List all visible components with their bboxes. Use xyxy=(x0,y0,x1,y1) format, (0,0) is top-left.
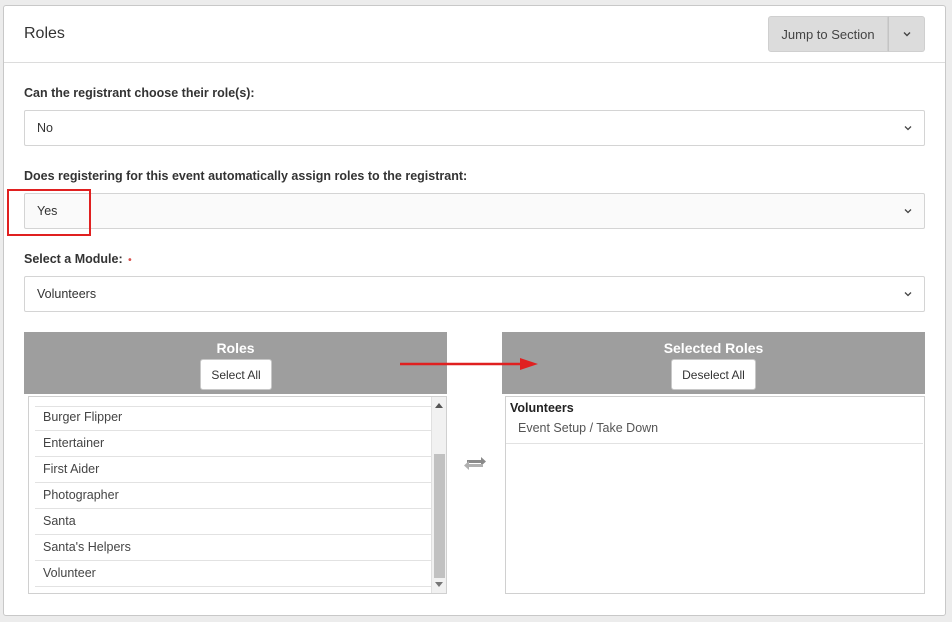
roles-list-title: Roles xyxy=(216,340,255,356)
chevron-down-icon xyxy=(904,292,912,297)
jump-to-section-button[interactable]: Jump to Section xyxy=(768,16,888,52)
roles-list[interactable]: Burger Flipper Entertainer First Aider P… xyxy=(28,396,447,594)
annotation-highlight-box xyxy=(7,189,91,236)
selected-roles-title: Selected Roles xyxy=(663,340,764,356)
module-select[interactable]: Volunteers xyxy=(24,276,925,312)
select-all-button[interactable]: Select All xyxy=(200,359,272,390)
list-item[interactable]: First Aider xyxy=(35,457,431,483)
selected-group-label: Volunteers xyxy=(510,401,574,415)
roles-list-scrollbar[interactable] xyxy=(431,397,446,593)
deselect-all-button[interactable]: Deselect All xyxy=(671,359,756,390)
chevron-down-icon xyxy=(904,209,912,214)
list-item[interactable]: Burger Flipper xyxy=(35,405,431,431)
list-item[interactable]: Volunteer xyxy=(35,561,431,587)
list-item[interactable]: Santa xyxy=(35,509,431,535)
choose-role-label: Can the registrant choose their role(s): xyxy=(24,86,255,100)
chevron-down-icon xyxy=(903,32,910,37)
module-label-text: Select a Module: xyxy=(24,252,123,266)
swap-arrows-icon[interactable] xyxy=(463,453,487,473)
choose-role-select[interactable]: No xyxy=(24,110,925,146)
scrollbar-thumb[interactable] xyxy=(434,454,445,578)
auto-assign-select[interactable]: Yes xyxy=(24,193,925,229)
selected-roles-list[interactable]: Volunteers Event Setup / Take Down xyxy=(505,396,925,594)
required-indicator: • xyxy=(128,255,132,266)
annotation-arrow xyxy=(400,358,538,370)
choose-role-value: No xyxy=(37,121,53,135)
panel-title: Roles xyxy=(24,25,65,42)
chevron-down-icon xyxy=(904,126,912,131)
list-item[interactable]: Event Setup / Take Down xyxy=(506,417,923,444)
scroll-down-icon[interactable] xyxy=(435,582,443,587)
auto-assign-label: Does registering for this event automati… xyxy=(24,169,468,183)
list-item[interactable]: Santa's Helpers xyxy=(35,535,431,561)
list-item[interactable]: Photographer xyxy=(35,483,431,509)
module-value: Volunteers xyxy=(37,287,97,301)
list-item[interactable]: Entertainer xyxy=(35,431,431,457)
panel-header: Roles Jump to Section xyxy=(4,6,945,63)
scroll-up-icon[interactable] xyxy=(435,403,443,408)
module-label: Select a Module: • xyxy=(24,252,132,266)
jump-to-section-dropdown-button[interactable] xyxy=(888,16,925,52)
